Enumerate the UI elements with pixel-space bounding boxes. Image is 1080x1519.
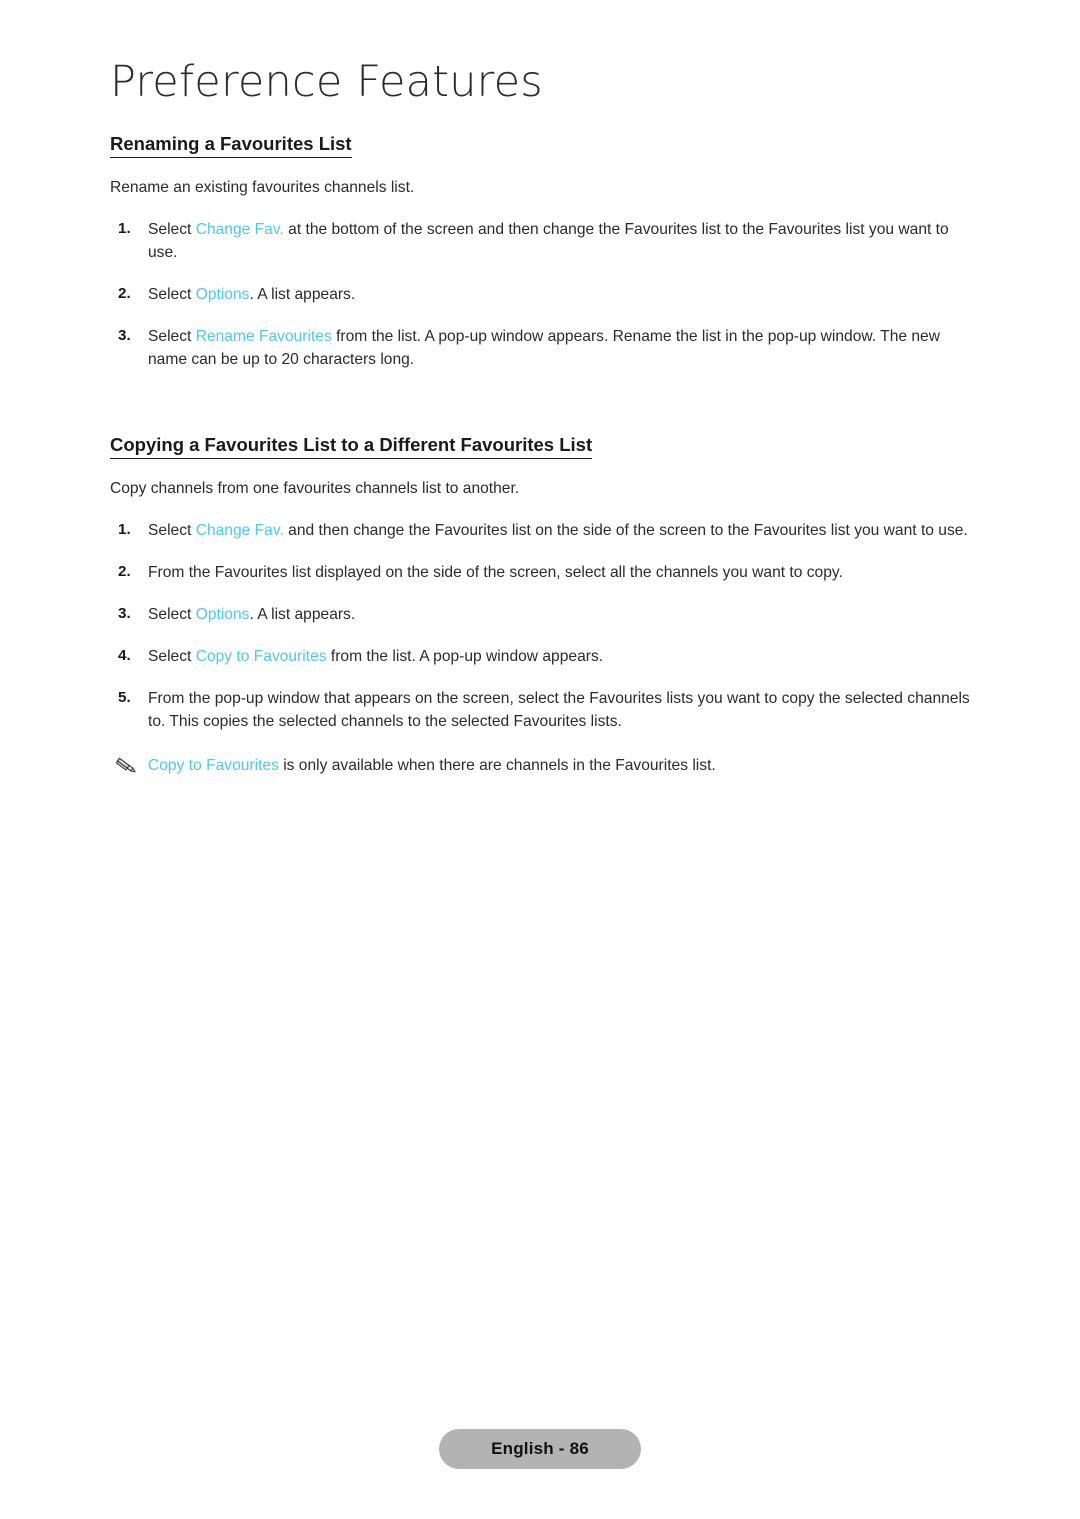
ui-term: Copy to Favourites <box>195 648 327 666</box>
page-title: Preference Features <box>110 57 543 107</box>
footer-page-badge: English - 86 <box>439 1429 641 1470</box>
section-heading: Copying a Favourites List to a Different… <box>110 433 593 460</box>
step-text: Select <box>148 286 196 304</box>
step-item: 4. Select Copy to Favourites from the lis… <box>110 645 978 668</box>
step-text: Select <box>148 648 196 666</box>
step-text: Select <box>148 220 196 238</box>
step-text: from the list. A pop-up window appears. <box>326 648 604 666</box>
step-item: 2. Select Options. A list appears. <box>110 283 978 306</box>
step-number: 3. <box>118 605 131 623</box>
step-item: 5. From the pop-up window that appears on… <box>110 687 978 733</box>
document-page: Preference Features Renaming a Favourite… <box>0 0 1080 1519</box>
note-line: Copy to Favourites is only available whe… <box>110 754 978 777</box>
step-number: 2. <box>118 563 131 581</box>
step-text: Select <box>148 522 196 540</box>
steps-list: 1. Select Change Fav. at the bottom of th… <box>110 218 978 371</box>
step-text: . A list appears. <box>249 606 356 624</box>
ui-term: Options <box>195 606 250 624</box>
step-text: From the Favourites list displayed on th… <box>148 564 843 582</box>
ui-term: Copy to Favourites <box>148 757 279 775</box>
sections-container: Renaming a Favourites List Rename an exis… <box>110 132 978 777</box>
section-heading-wrap: Renaming a Favourites List <box>110 132 978 164</box>
step-text: and then change the Favourites list on t… <box>283 522 968 540</box>
step-number: 1. <box>118 521 131 539</box>
section-1: Renaming a Favourites List Rename an exis… <box>110 132 978 371</box>
step-number: 3. <box>118 327 131 345</box>
ui-term: Rename Favourites <box>195 328 332 346</box>
section-intro: Copy channels from one favourites channe… <box>110 480 520 498</box>
page-content: Preference Features Renaming a Favourite… <box>110 58 978 778</box>
ui-term: Options <box>195 286 250 304</box>
section-2: Copying a Favourites List to a Different… <box>110 433 978 777</box>
step-text: . A list appears. <box>249 286 356 304</box>
step-text: is only available when there are channel… <box>278 757 716 775</box>
step-number: 2. <box>118 285 131 303</box>
step-text: Select <box>148 606 196 624</box>
ui-term: Change Fav. <box>195 220 284 238</box>
step-text: From the pop-up window that appears on t… <box>148 690 970 731</box>
step-item: 1. Select Change Fav. and then change the… <box>110 519 978 542</box>
step-item: 3. Select Options. A list appears. <box>110 603 978 626</box>
step-number: 5. <box>118 689 131 707</box>
section-intro: Rename an existing favourites channels l… <box>110 179 415 197</box>
step-number: 4. <box>118 647 131 665</box>
step-text: Select <box>148 328 196 346</box>
step-item: 3. Select Rename Favourites from the list… <box>110 325 978 371</box>
section-heading-wrap: Copying a Favourites List to a Different… <box>110 433 978 465</box>
step-number: 1. <box>118 219 131 237</box>
step-item: 2. From the Favourites list displayed on … <box>110 561 978 584</box>
page-footer: English - 86 <box>0 1429 1080 1470</box>
pencil-icon <box>116 756 136 774</box>
steps-list: 1. Select Change Fav. and then change the… <box>110 519 978 733</box>
section-heading: Renaming a Favourites List <box>110 132 352 159</box>
step-item: 1. Select Change Fav. at the bottom of th… <box>110 218 978 264</box>
ui-term: Change Fav. <box>195 522 284 540</box>
